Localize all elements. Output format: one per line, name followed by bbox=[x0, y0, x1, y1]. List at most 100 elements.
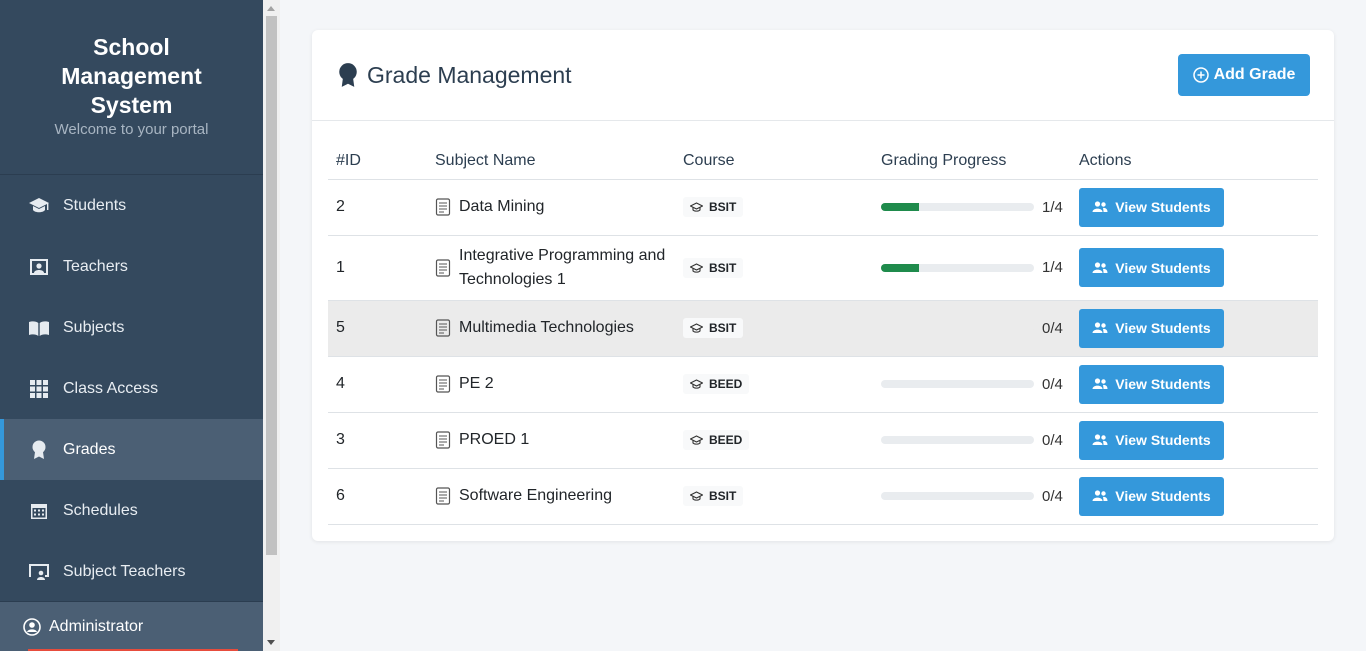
cell-id: 1 bbox=[328, 235, 427, 301]
graduation-cap-icon bbox=[28, 196, 50, 216]
view-students-label: View Students bbox=[1115, 199, 1211, 215]
progress-text: 1/4 bbox=[1042, 198, 1063, 216]
cell-id: 2 bbox=[328, 179, 427, 236]
view-students-button[interactable]: View Students bbox=[1079, 248, 1224, 287]
sidebar-item-students[interactable]: Students bbox=[0, 175, 263, 236]
cell-progress: 1/4 bbox=[873, 179, 1071, 236]
view-students-button[interactable]: View Students bbox=[1079, 420, 1224, 460]
table-row: 2 Data Mining BSIT 1/4 View Students bbox=[328, 179, 1318, 236]
progress-bar bbox=[881, 203, 1034, 211]
users-icon bbox=[1092, 261, 1108, 273]
view-students-button[interactable]: View Students bbox=[1079, 187, 1224, 227]
cell-subject: Multimedia Technologies bbox=[427, 300, 675, 357]
app-subtitle: Welcome to your portal bbox=[54, 121, 209, 138]
cell-subject: Data Mining bbox=[427, 179, 675, 236]
sidebar-item-label: Students bbox=[63, 196, 127, 214]
graduation-cap-icon bbox=[690, 262, 703, 273]
course-label: BSIT bbox=[709, 260, 737, 275]
table-row: 5 Multimedia Technologies BSIT 0/4 View … bbox=[328, 300, 1318, 357]
sidebar-item-subjects[interactable]: Subjects bbox=[0, 297, 263, 358]
view-students-button[interactable]: View Students bbox=[1079, 308, 1224, 348]
view-students-button[interactable]: View Students bbox=[1079, 364, 1224, 404]
subject-name: Data Mining bbox=[459, 198, 545, 215]
progress-fill bbox=[881, 263, 920, 272]
brand: School Management System Welcome to your… bbox=[0, 0, 263, 175]
progress-bar bbox=[881, 324, 1034, 332]
cell-course: BSIT bbox=[675, 235, 873, 301]
add-grade-label: Add Grade bbox=[1213, 66, 1296, 83]
cell-progress: 1/4 bbox=[873, 235, 1071, 301]
chalkboard-teacher-icon bbox=[28, 562, 50, 582]
subject-name: Integrative Programming and Technologies… bbox=[459, 246, 666, 288]
subject-name: PROED 1 bbox=[459, 431, 530, 448]
course-label: BSIT bbox=[709, 489, 737, 503]
column-header-actions: Actions bbox=[1071, 143, 1318, 180]
sidebar-item-teachers[interactable]: Teachers bbox=[0, 236, 263, 297]
progress-fill bbox=[881, 203, 920, 211]
cell-course: BEED bbox=[675, 412, 873, 469]
progress-bar bbox=[881, 263, 1034, 272]
column-header-progress: Grading Progress bbox=[873, 143, 1071, 180]
cell-id: 5 bbox=[328, 300, 427, 357]
cell-id: 4 bbox=[328, 356, 427, 413]
cell-actions: View Students bbox=[1071, 300, 1318, 357]
view-students-label: View Students bbox=[1115, 320, 1211, 336]
grade-management-card: Grade Management Add Grade #ID Subject N… bbox=[312, 30, 1334, 541]
user-name: Administrator bbox=[49, 617, 144, 635]
cell-actions: View Students bbox=[1071, 356, 1318, 413]
course-label: BEED bbox=[709, 377, 743, 391]
cell-subject: PROED 1 bbox=[427, 412, 675, 469]
sidebar-scrollbar[interactable] bbox=[263, 0, 280, 651]
sidebar-item-subject-teachers[interactable]: Subject Teachers bbox=[0, 541, 263, 602]
users-icon bbox=[1092, 322, 1108, 333]
card-header: Grade Management Add Grade bbox=[312, 30, 1334, 121]
scroll-down-arrow-icon[interactable] bbox=[267, 640, 275, 645]
users-icon bbox=[1092, 201, 1108, 212]
graduation-cap-icon bbox=[690, 323, 703, 333]
award-icon bbox=[28, 440, 50, 460]
scroll-thumb[interactable] bbox=[266, 16, 277, 555]
user-menu[interactable]: Administrator bbox=[0, 601, 263, 651]
progress-text: 0/4 bbox=[1042, 319, 1063, 337]
progress-text: 1/4 bbox=[1042, 259, 1063, 276]
graduation-cap-icon bbox=[690, 435, 703, 445]
cell-subject: PE 2 bbox=[427, 356, 675, 413]
cell-course: BEED bbox=[675, 356, 873, 413]
sidebar-item-schedules[interactable]: Schedules bbox=[0, 480, 263, 541]
user-circle-icon bbox=[23, 617, 41, 636]
document-list-icon bbox=[435, 431, 451, 449]
document-list-icon bbox=[435, 319, 451, 337]
cell-course: BSIT bbox=[675, 468, 873, 525]
cell-actions: View Students bbox=[1071, 179, 1318, 236]
subject-name: PE 2 bbox=[459, 375, 494, 392]
graduation-cap-icon bbox=[690, 491, 703, 501]
cell-actions: View Students bbox=[1071, 235, 1318, 301]
sidebar-item-grades[interactable]: Grades bbox=[0, 419, 263, 480]
table-row: 6 Software Engineering BSIT 0/4 View Stu… bbox=[328, 468, 1318, 525]
table-row: 3 PROED 1 BEED 0/4 View Students bbox=[328, 412, 1318, 469]
sidebar-item-label: Schedules bbox=[63, 501, 138, 519]
sidebar-item-label: Grades bbox=[63, 440, 116, 458]
app-title: School Management System bbox=[61, 34, 202, 118]
sidebar-item-label: Subject Teachers bbox=[63, 562, 186, 580]
view-students-label: View Students bbox=[1115, 376, 1211, 392]
document-list-icon bbox=[435, 487, 451, 505]
table-header-row: #ID Subject Name Course Grading Progress… bbox=[328, 143, 1318, 180]
progress-text: 0/4 bbox=[1042, 431, 1063, 449]
sidebar-nav: Students Teachers Subjects Class Access … bbox=[0, 175, 263, 602]
progress-text: 0/4 bbox=[1042, 487, 1063, 505]
course-label: BSIT bbox=[709, 321, 737, 335]
book-open-icon bbox=[28, 318, 50, 338]
cell-subject: Software Engineering bbox=[427, 468, 675, 525]
view-students-label: View Students bbox=[1115, 488, 1211, 504]
sidebar-item-label: Subjects bbox=[63, 318, 125, 336]
sidebar-item-class-access[interactable]: Class Access bbox=[0, 358, 263, 419]
cell-actions: View Students bbox=[1071, 412, 1318, 469]
view-students-button[interactable]: View Students bbox=[1079, 476, 1224, 516]
course-badge: BEED bbox=[683, 374, 750, 394]
users-icon bbox=[1092, 434, 1108, 445]
column-header-id: #ID bbox=[328, 143, 427, 180]
progress-bar bbox=[881, 492, 1034, 500]
add-grade-button[interactable]: Add Grade bbox=[1178, 54, 1310, 96]
scroll-up-arrow-icon[interactable] bbox=[267, 6, 275, 11]
